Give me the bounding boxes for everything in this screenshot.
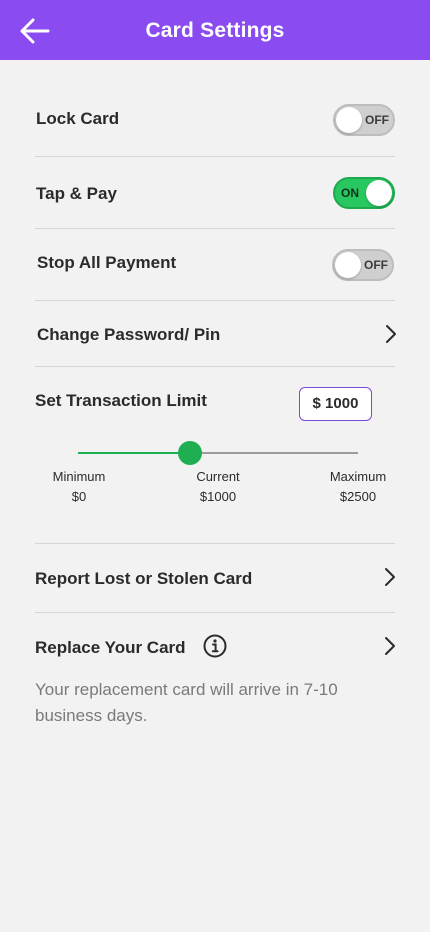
- divider: [35, 543, 395, 544]
- toggle-state-text: OFF: [364, 258, 388, 272]
- minimum-label: Minimum: [52, 469, 106, 484]
- stop-payment-toggle[interactable]: OFF: [332, 249, 394, 281]
- divider: [35, 156, 395, 157]
- lock-card-label: Lock Card: [36, 109, 120, 128]
- current-value: $1000: [199, 489, 237, 504]
- app-header: Card Settings: [0, 0, 430, 60]
- change-password-label[interactable]: Change Password/ Pin: [37, 325, 220, 345]
- slider-track-empty: [190, 452, 358, 454]
- toggle-state-text: ON: [341, 186, 359, 200]
- chevron-right-icon[interactable]: [383, 567, 397, 587]
- current-label: Current: [196, 469, 240, 484]
- chevron-right-icon[interactable]: [384, 324, 398, 344]
- divider: [35, 366, 395, 367]
- replace-card-label[interactable]: Replace Your Card: [35, 638, 186, 658]
- maximum-value: $2500: [339, 489, 377, 504]
- tap-pay-label: Tap & Pay: [36, 184, 117, 203]
- maximum-label: Maximum: [329, 469, 387, 484]
- report-lost-label[interactable]: Report Lost or Stolen Card: [35, 569, 252, 589]
- divider: [35, 300, 395, 301]
- toggle-knob: [366, 180, 392, 206]
- page-title: Card Settings: [145, 19, 285, 42]
- chevron-right-icon[interactable]: [383, 636, 397, 656]
- transaction-limit-label: Set Transaction Limit: [35, 391, 207, 410]
- back-arrow-icon[interactable]: [18, 16, 52, 46]
- limit-amount-input[interactable]: $ 1000: [299, 387, 372, 421]
- info-icon[interactable]: [203, 634, 227, 658]
- lock-card-toggle[interactable]: OFF: [333, 104, 395, 136]
- toggle-knob: [335, 252, 361, 278]
- tap-pay-toggle[interactable]: ON: [333, 177, 395, 209]
- minimum-value: $0: [71, 489, 87, 504]
- divider: [35, 228, 395, 229]
- limit-slider-thumb[interactable]: [178, 441, 202, 465]
- replacement-note: Your replacement card will arrive in 7-1…: [35, 680, 338, 725]
- slider-track-filled: [78, 452, 190, 454]
- divider: [35, 612, 395, 613]
- toggle-state-text: OFF: [365, 113, 389, 127]
- toggle-knob: [336, 107, 362, 133]
- stop-payment-label: Stop All Payment: [37, 253, 177, 272]
